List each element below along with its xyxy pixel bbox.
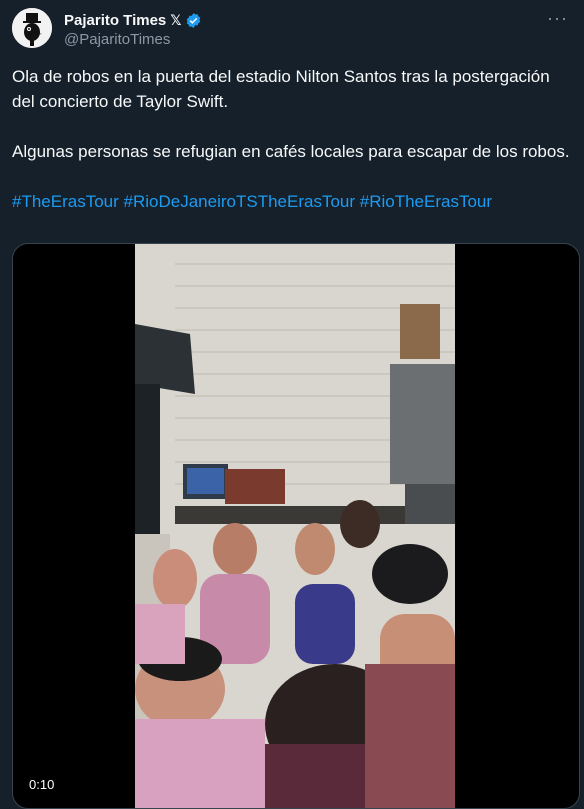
handle[interactable]: @PajaritoTimes	[64, 31, 202, 48]
tweet-paragraph-2: Algunas personas se refugian en cafés lo…	[12, 142, 570, 161]
tweet-text: Ola de robos en la puerta del estadio Ni…	[12, 64, 572, 214]
hashtag-link[interactable]: #RioTheErasTour	[360, 192, 492, 211]
bird-logo-icon	[12, 8, 52, 48]
tweet-header: Pajarito Times 𝕏 @PajaritoTimes ···	[12, 8, 572, 52]
tweet-paragraph-1: Ola de robos en la puerta del estadio Ni…	[12, 67, 550, 111]
more-options-icon[interactable]: ···	[547, 8, 568, 29]
x-badge-icon: 𝕏	[170, 11, 182, 28]
hashtag-link[interactable]: #RioDeJaneiroTSTheErasTour	[124, 192, 356, 211]
hashtag-link[interactable]: #TheErasTour	[12, 192, 119, 211]
video-still	[135, 244, 455, 808]
hashtags: #TheErasTour #RioDeJaneiroTSTheErasTour …	[12, 189, 572, 214]
video-player[interactable]: 0:10	[12, 243, 580, 809]
video-duration-badge: 0:10	[23, 775, 61, 794]
author-names: Pajarito Times 𝕏 @PajaritoTimes	[64, 10, 202, 48]
avatar[interactable]	[12, 8, 52, 48]
video-frame[interactable]	[135, 244, 455, 808]
verified-badge-icon	[186, 12, 200, 28]
display-name[interactable]: Pajarito Times	[64, 12, 166, 29]
